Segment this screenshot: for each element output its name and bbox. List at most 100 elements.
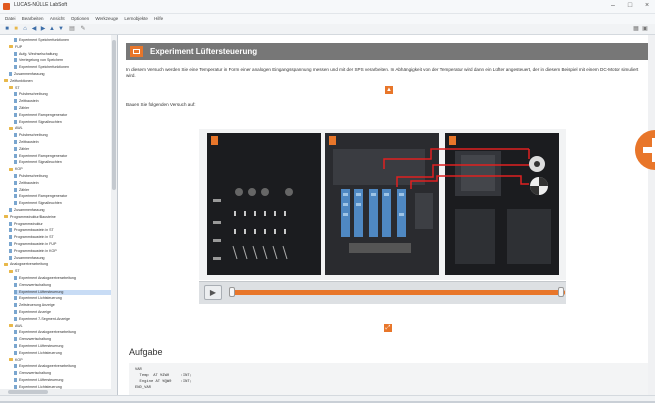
tree-folder[interactable]: Analogwertverarbeitung	[4, 262, 48, 267]
sidebar-scrollbar-thumb[interactable]	[112, 40, 116, 190]
tree-item[interactable]: Experiment Signalleuchten	[14, 120, 62, 125]
menu-ansicht[interactable]: Ansicht	[50, 14, 65, 24]
sidebar-hscrollbar-thumb[interactable]	[8, 390, 48, 394]
tree-item-label: Experiment Analogwertverarbeitung	[19, 330, 76, 335]
tree-folder[interactable]: AWL	[9, 126, 23, 131]
tree-item[interactable]: Experiment Analogwertverarbeitung	[14, 364, 76, 369]
page-icon	[14, 337, 17, 342]
tree-item[interactable]: Experiment Analogwertverarbeitung	[14, 330, 76, 335]
tree-folder[interactable]: AWL	[9, 324, 23, 329]
tree-item[interactable]: Grenzwertschaltung	[14, 283, 51, 288]
timeline-track[interactable]	[231, 290, 565, 295]
tree-item[interactable]: Experiment Signalleuchten	[14, 160, 62, 165]
settings-icon[interactable]: ✎	[80, 26, 86, 32]
tree-folder[interactable]: KOP	[9, 167, 23, 172]
tree-item-label: Experiment Lüftersteuerung	[19, 289, 64, 294]
tree-folder[interactable]: ST	[9, 269, 20, 274]
tree-item[interactable]: Zeitbaustein	[14, 140, 39, 145]
tree-item[interactable]: Programmstruktur	[9, 222, 43, 227]
tree-item[interactable]: Zeitsteuerung Anzeige	[14, 303, 55, 308]
tree-item[interactable]: Pulsbeschreibung	[14, 174, 48, 179]
tree-item-label: Zähler	[19, 106, 30, 110]
layout-icon[interactable]: ▦	[633, 26, 639, 32]
tree-item[interactable]: Zusammenfassung	[9, 72, 45, 77]
app-window: LUCAS-NÜLLE LabSoft – □ × Datei Bearbeit…	[0, 0, 655, 401]
page-icon	[14, 282, 17, 287]
save-icon[interactable]: ■	[4, 26, 10, 32]
training-panels-illustration	[207, 133, 559, 275]
tree-item[interactable]: Experiment Analogwertverarbeitung	[14, 276, 76, 281]
tree-item[interactable]: Experiment Rampengenerator	[14, 154, 67, 159]
menu-bearbeiten[interactable]: Bearbeiten	[22, 14, 44, 24]
tree-item[interactable]: Aufg. Wechselschaltung	[14, 52, 58, 57]
tree-item[interactable]: Zähler	[14, 188, 29, 193]
page-icon	[14, 38, 17, 43]
menu-werkzeuge[interactable]: Werkzeuge	[95, 14, 118, 24]
tree-item-label: Zähler	[19, 146, 30, 151]
tree-item[interactable]: Pulsbeschreibung	[14, 92, 48, 97]
tree-item[interactable]: Programmbaustein in ST	[9, 228, 54, 233]
down-icon[interactable]: ▼	[58, 26, 64, 32]
tree-item[interactable]: Experiment Anzeige	[14, 310, 51, 315]
tree-item[interactable]: Experiment Rampengenerator	[14, 194, 67, 199]
menu-optionen[interactable]: Optionen	[71, 14, 89, 24]
tree-item-label: Grenzwertschaltung	[19, 337, 51, 342]
tree-item-label: Experiment Analogwertverarbeitung	[19, 364, 76, 369]
tree-item-label: Grenzwertschaltung	[19, 282, 51, 287]
tree-item[interactable]: Experiment Speicherfunktionen	[14, 65, 69, 70]
tree-item[interactable]: Experiment Speicherfunktionen	[14, 38, 69, 43]
play-button[interactable]: ▶	[204, 285, 222, 300]
page-icon	[14, 364, 17, 369]
toolbar: ■ ■ ⌂ ◀ ▶ ▲ ▼ ▤ ✎ ▦ ▣	[0, 24, 655, 35]
tree-item[interactable]: Zeitbaustein	[14, 99, 39, 104]
up-icon[interactable]: ▲	[49, 26, 55, 32]
expand-icon[interactable]: ⤢	[384, 324, 392, 332]
folder-icon[interactable]: ■	[13, 26, 19, 32]
tree-item[interactable]: Programmbaustein in KOP	[9, 249, 57, 254]
tree-folder[interactable]: FUP	[9, 45, 22, 50]
tree-folder[interactable]: Zeitfunktionen	[4, 79, 33, 84]
tree-folder[interactable]: Programmstruktur/Bausteine	[4, 215, 56, 220]
print-icon[interactable]: ▤	[69, 26, 75, 32]
tree-item-label: Zusammenfassung	[14, 255, 45, 260]
status-bar	[0, 395, 655, 401]
tree-item[interactable]: Zähler	[14, 147, 29, 152]
forward-icon[interactable]: ▶	[40, 26, 46, 32]
tree-item[interactable]: Verriegelung von Speichern	[14, 58, 63, 63]
home-icon[interactable]: ⌂	[22, 26, 28, 32]
tree-folder[interactable]: ST	[9, 86, 20, 91]
tree-item[interactable]: Grenzwertschaltung	[14, 337, 51, 342]
tree-item[interactable]: Experiment Lüftersteuerung	[14, 344, 63, 349]
timeline-start-handle[interactable]	[229, 287, 235, 297]
tree-item[interactable]: Zusammenfassung	[9, 208, 45, 213]
tree-item[interactable]: Experiment Lüftersteuerung	[14, 378, 63, 383]
menu-hilfe[interactable]: Hilfe	[154, 14, 163, 24]
tree-item[interactable]: Pulsbeschreibung	[14, 133, 48, 138]
tree-folder[interactable]: KOP	[9, 358, 23, 363]
close-button[interactable]: ×	[639, 1, 655, 11]
tree-item[interactable]: Zähler	[14, 106, 29, 111]
tree-item[interactable]: Experiment Signalleuchten	[14, 201, 62, 206]
tree-item[interactable]: Programmbaustein in FUP	[9, 242, 56, 247]
tree-item[interactable]: Zeitbaustein	[14, 181, 39, 186]
back-icon[interactable]: ◀	[31, 26, 37, 32]
tree-item[interactable]: Grenzwertschaltung	[14, 371, 51, 376]
menu-datei[interactable]: Datei	[5, 14, 16, 24]
tree-item[interactable]: Experiment Lichtsteuerung	[14, 296, 62, 301]
tree-item-label: Programmbaustein in ST	[14, 235, 54, 240]
tree-item-label: ST	[15, 269, 20, 274]
tree-item[interactable]: Experiment 7-Segment-Anzeige	[14, 317, 70, 322]
collapse-up-icon[interactable]: ▲	[385, 86, 393, 94]
tree-item[interactable]: Zusammenfassung	[9, 256, 45, 261]
menu-lernobjekte[interactable]: Lernobjekte	[124, 14, 148, 24]
tree-item-label: Verriegelung von Speichern	[19, 58, 64, 63]
timeline-end-handle[interactable]	[558, 287, 564, 297]
content-scrollbar[interactable]	[648, 35, 655, 395]
maximize-button[interactable]: □	[622, 1, 638, 11]
tree-item[interactable]: Programmbaustein in ST	[9, 235, 54, 240]
tree-item[interactable]: Experiment Rampengenerator	[14, 113, 67, 118]
panel-icon[interactable]: ▣	[642, 26, 648, 32]
minimize-button[interactable]: –	[605, 1, 621, 11]
tree-item[interactable]: Experiment Lüftersteuerung	[14, 289, 117, 295]
tree-item[interactable]: Experiment Lichtsteuerung	[14, 351, 62, 356]
